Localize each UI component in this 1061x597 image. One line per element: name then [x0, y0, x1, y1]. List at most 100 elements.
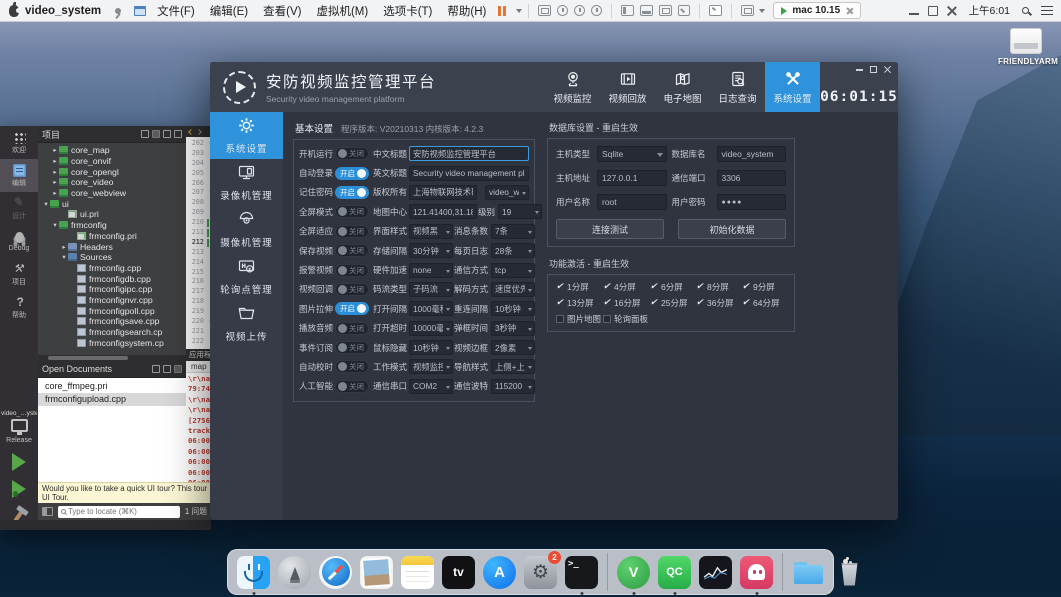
tree-item[interactable]: ▸ core_opengl — [38, 166, 186, 177]
db-field[interactable]: video_system — [717, 146, 787, 162]
nav-system-settings[interactable]: 系统设置 — [765, 62, 820, 112]
feature-checkbox[interactable]: 13分屏 — [556, 297, 601, 309]
feature-checkbox[interactable]: 9分屏 — [742, 281, 786, 293]
editor-line-number[interactable]: 204 — [186, 159, 211, 169]
tree-item[interactable]: frmconfigpoll.cpp — [38, 305, 186, 316]
filter-icon[interactable] — [152, 130, 160, 138]
machine-tools-icon[interactable] — [538, 5, 551, 16]
setting-field[interactable]: none — [409, 263, 453, 278]
dock-downloads-folder[interactable] — [790, 554, 827, 591]
expand-arrow-icon[interactable]: ▸ — [51, 168, 59, 176]
db-field[interactable]: 3306 — [717, 170, 787, 186]
toggle-switch[interactable]: 关闭 — [335, 341, 369, 354]
setting-field-2[interactable]: 19 — [498, 204, 542, 219]
feature-checkbox[interactable]: 64分屏 — [742, 297, 786, 309]
tree-item[interactable]: ▾ ui — [38, 198, 186, 209]
db-field[interactable]: root — [597, 194, 667, 210]
close-window-icon[interactable] — [947, 6, 957, 16]
tree-item[interactable]: ▸ core_video — [38, 177, 186, 188]
editor-line-number[interactable]: 210 — [186, 218, 211, 228]
menu-item[interactable]: 选项卡(T) — [383, 3, 432, 19]
layout-bottom-icon[interactable] — [640, 5, 653, 16]
editor-line-number[interactable]: 207 — [186, 188, 211, 198]
dock-v-app[interactable]: V — [615, 554, 652, 591]
toggle-switch[interactable]: 开启 — [335, 302, 369, 315]
dock-tv[interactable]: tv — [440, 554, 477, 591]
feature-checkbox[interactable]: 16分屏 — [603, 297, 648, 309]
editor-line-number[interactable]: 217 — [186, 287, 211, 297]
sidebar-item-nvr-management[interactable]: 录像机管理 — [210, 159, 283, 206]
setting-field-2[interactable]: 7条 — [491, 224, 535, 239]
expand-arrow-icon[interactable]: ▸ — [51, 157, 59, 165]
setting-field-2[interactable]: 3秒钟 — [491, 321, 535, 336]
run-button[interactable] — [12, 453, 26, 471]
initialize-data-button[interactable]: 初始化数据 — [678, 219, 786, 239]
editor-line-number[interactable]: 214 — [186, 258, 211, 268]
mode-edit[interactable]: 编辑 — [0, 159, 38, 192]
locator-input[interactable] — [68, 507, 177, 516]
maximize-icon[interactable] — [870, 66, 877, 73]
setting-field-2[interactable]: 上侧+上侧 — [491, 359, 535, 374]
vm-tab[interactable]: mac 10.15 — [773, 2, 861, 19]
split-icon[interactable] — [163, 365, 171, 373]
terminal-tool-icon[interactable] — [709, 5, 722, 16]
menu-item[interactable]: 虚拟机(M) — [316, 3, 368, 19]
setting-field[interactable]: 121.41400,31.18280 — [409, 204, 477, 219]
split-icon[interactable] — [163, 130, 171, 138]
toggle-switch[interactable]: 关闭 — [335, 244, 369, 257]
tree-item[interactable]: frmconfignvr.cpp — [38, 295, 186, 306]
notification-link[interactable]: UI Tour. — [42, 493, 207, 502]
editor-line-number[interactable]: 218 — [186, 297, 211, 307]
editor-line-number[interactable]: 212 — [186, 238, 211, 248]
menu-item[interactable]: 编辑(E) — [210, 3, 248, 19]
tree-item[interactable]: ▸ core_map — [38, 145, 186, 156]
dock-notes[interactable] — [399, 554, 436, 591]
forward-icon[interactable] — [196, 129, 202, 135]
expand-arrow-icon[interactable]: ▸ — [60, 243, 68, 251]
sidebar-item-video-upload[interactable]: 视频上传 — [210, 300, 283, 347]
setting-field[interactable]: 子码流 — [409, 282, 453, 297]
pin-icon[interactable] — [115, 8, 121, 14]
sidebar-item-system-settings[interactable]: 系统设置 — [210, 112, 283, 159]
setting-field-2[interactable]: 28条 — [491, 243, 535, 258]
nav-log-query[interactable]: 日志查询 — [710, 62, 765, 112]
minimize-icon[interactable] — [909, 6, 919, 16]
layout-full-icon[interactable] — [659, 5, 672, 16]
maximize-icon[interactable] — [928, 6, 938, 16]
debug-run-button[interactable] — [12, 480, 26, 498]
tree-item[interactable]: frmconfig.cpp — [38, 263, 186, 274]
editor-line-number[interactable]: 216 — [186, 277, 211, 287]
editor-line-number[interactable]: 213 — [186, 248, 211, 258]
vm-window-icon[interactable] — [134, 6, 146, 16]
sidebar-item-polling-management[interactable]: 轮询点管理 — [210, 253, 283, 300]
dock-appstore[interactable]: A — [481, 554, 518, 591]
apple-menu-icon[interactable] — [9, 5, 19, 17]
nav-electronic-map[interactable]: 电子地图 — [655, 62, 710, 112]
editor-line-number[interactable]: 205 — [186, 169, 211, 179]
feature-checkbox[interactable]: 1分屏 — [556, 281, 601, 293]
toggle-switch[interactable]: 开启 — [335, 186, 369, 199]
sort-icon[interactable] — [152, 365, 160, 373]
dock-trash[interactable] — [831, 554, 868, 591]
setting-field-2[interactable]: 2像素 — [491, 340, 535, 355]
locator[interactable] — [58, 506, 180, 518]
back-icon[interactable] — [188, 129, 194, 135]
expand-arrow-icon[interactable]: ▸ — [51, 178, 59, 186]
open-document-item[interactable]: frmconfigupload.cpp — [38, 393, 186, 406]
layout-left-icon[interactable] — [621, 5, 634, 16]
editor-line-number[interactable]: 203 — [186, 149, 211, 159]
setting-field-2[interactable]: 速度优先 — [491, 282, 535, 297]
editor-line-number[interactable]: 220 — [186, 317, 211, 327]
editor-line-number[interactable]: 221 — [186, 327, 211, 337]
expand-arrow-icon[interactable]: ▸ — [51, 146, 59, 154]
setting-field-2[interactable]: 115200 — [491, 379, 535, 394]
tree-item[interactable]: ▸ core_onvif — [38, 156, 186, 167]
open-document-item[interactable]: core_ffmpeg.pri — [38, 380, 186, 393]
application-output[interactable]: \r\na=ice 79:74:04: \r\na=rtc \r\na=ssr … — [186, 373, 211, 482]
ui-tour-notification[interactable]: Would you like to take a quick UI tour? … — [38, 482, 211, 503]
feature-checkbox[interactable]: 36分屏 — [696, 297, 740, 309]
tree-item[interactable]: ▾ frmconfig — [38, 220, 186, 231]
restore-clock-icon[interactable] — [591, 5, 602, 16]
mode-debug[interactable]: Debug — [0, 225, 38, 258]
setting-field[interactable]: 30分钟 — [409, 243, 453, 258]
